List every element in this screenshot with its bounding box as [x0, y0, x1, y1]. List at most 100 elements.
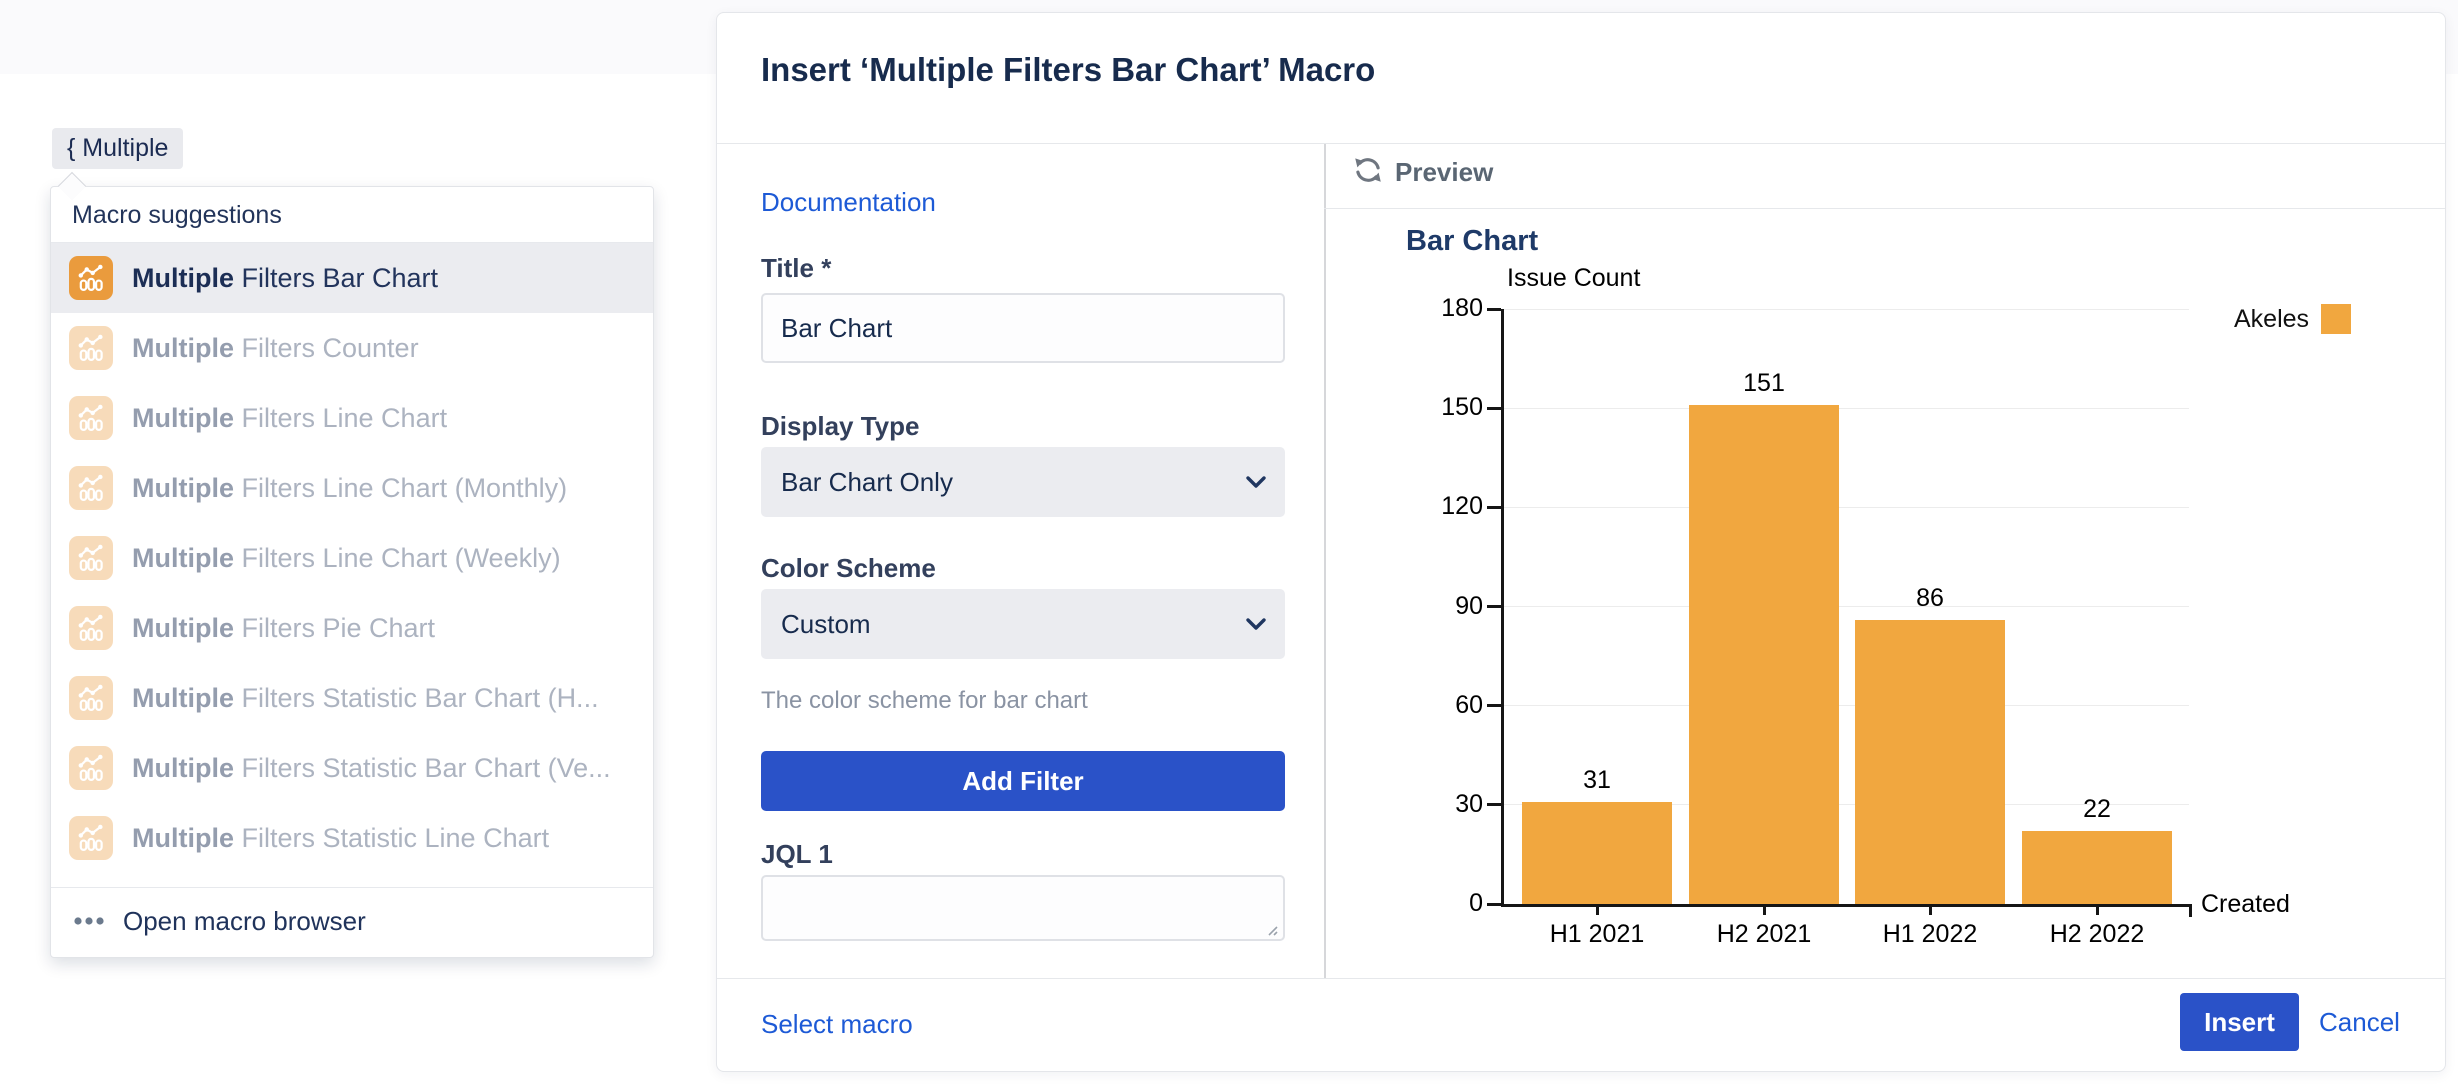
suggestion-item[interactable]: Multiple Filters Statistic Bar Chart (H.…: [51, 663, 653, 733]
insert-macro-dialog: Insert ‘Multiple Filters Bar Chart’ Macr…: [716, 12, 2446, 1072]
suggestion-list: Multiple Filters Bar Chart Multiple Filt…: [51, 243, 653, 873]
suggestions-header: Macro suggestions: [51, 187, 653, 243]
x-tick-mark: [1763, 904, 1766, 915]
chart-gridline: [1501, 705, 2189, 706]
color-scheme-value: Custom: [781, 609, 871, 640]
bar: [1689, 405, 1839, 904]
y-tick-label: 60: [1391, 691, 1483, 720]
x-axis-end-tick: [2189, 904, 2192, 917]
suggestion-item-label: Multiple Filters Line Chart: [132, 403, 447, 434]
bar: [2022, 831, 2172, 904]
y-tick-label: 180: [1391, 294, 1483, 323]
bar-value-label: 22: [2022, 795, 2172, 824]
bar-value-label: 151: [1689, 369, 1839, 398]
bar-value-label: 86: [1855, 584, 2005, 613]
y-tick-mark: [1487, 407, 1501, 410]
chart-gridline: [1501, 309, 2189, 310]
suggestion-item-label: Multiple Filters Pie Chart: [132, 613, 435, 644]
documentation-link[interactable]: Documentation: [761, 187, 936, 218]
y-axis: [1501, 309, 1504, 904]
chart-gridline: [1501, 606, 2189, 607]
color-scheme-help-text: The color scheme for bar chart: [761, 687, 1088, 715]
bar: [1522, 802, 1672, 904]
macro-suggestions-dropdown: Macro suggestions Multiple Filters Bar C…: [50, 186, 654, 958]
suggestion-item-label: Multiple Filters Statistic Bar Chart (H.…: [132, 683, 599, 714]
jql1-textarea[interactable]: [761, 875, 1285, 941]
y-tick-label: 90: [1391, 592, 1483, 621]
preview-header-label: Preview: [1395, 157, 1493, 188]
y-tick-mark: [1487, 308, 1501, 311]
divider: [717, 978, 2445, 979]
suggestion-item-label: Multiple Filters Statistic Line Chart: [132, 823, 549, 854]
y-tick-label: 120: [1391, 492, 1483, 521]
divider: [717, 143, 2445, 144]
chart-gridline: [1501, 408, 2189, 409]
bar-chart-macro-icon: [69, 746, 113, 790]
suggestion-item-label: Multiple Filters Counter: [132, 333, 419, 364]
open-macro-browser-label: Open macro browser: [123, 906, 366, 937]
y-tick-label: 150: [1391, 393, 1483, 422]
bar-value-label: 31: [1522, 766, 1672, 795]
display-type-label: Display Type: [761, 411, 919, 442]
bar-chart-macro-icon: [69, 536, 113, 580]
suggestion-item-label: Multiple Filters Statistic Bar Chart (Ve…: [132, 753, 611, 784]
divider: [1324, 144, 1326, 978]
title-input[interactable]: [761, 293, 1285, 363]
y-tick-label: 30: [1391, 790, 1483, 819]
select-macro-link[interactable]: Select macro: [761, 1009, 913, 1040]
y-axis-title: Issue Count: [1507, 264, 1640, 293]
x-tick-mark: [2096, 904, 2099, 915]
y-tick-mark: [1487, 903, 1501, 906]
refresh-icon[interactable]: [1351, 153, 1385, 192]
x-tick-mark: [1596, 904, 1599, 915]
y-tick-mark: [1487, 704, 1501, 707]
y-tick-mark: [1487, 605, 1501, 608]
title-field-label: Title *: [761, 253, 831, 284]
display-type-select[interactable]: Bar Chart Only: [761, 447, 1285, 517]
bar-chart-macro-icon: [69, 466, 113, 510]
display-type-value: Bar Chart Only: [781, 467, 953, 498]
bar-chart: Akeles 030609012015018031H1 2021151H2 20…: [1391, 254, 2403, 954]
bar: [1855, 620, 2005, 904]
suggestion-item[interactable]: Multiple Filters Bar Chart: [51, 243, 653, 313]
legend-swatch: [2321, 304, 2351, 334]
chevron-down-icon: [1245, 475, 1267, 494]
suggestion-item[interactable]: Multiple Filters Line Chart: [51, 383, 653, 453]
x-tick-label: H2 2021: [1689, 920, 1839, 949]
y-tick-mark: [1487, 506, 1501, 509]
bar-chart-macro-icon: [69, 816, 113, 860]
suggestion-item-label: Multiple Filters Line Chart (Monthly): [132, 473, 567, 504]
suggestion-item[interactable]: Multiple Filters Pie Chart: [51, 593, 653, 663]
cancel-link[interactable]: Cancel: [2319, 1007, 2400, 1038]
y-tick-label: 0: [1391, 889, 1483, 918]
ellipsis-icon: [72, 915, 106, 927]
chart-legend: Akeles: [2234, 304, 2351, 334]
color-scheme-select[interactable]: Custom: [761, 589, 1285, 659]
open-macro-browser[interactable]: Open macro browser: [51, 888, 653, 954]
macro-autocomplete-token[interactable]: { Multiple: [52, 128, 183, 169]
add-filter-button[interactable]: Add Filter: [761, 751, 1285, 811]
suggestion-item[interactable]: Multiple Filters Line Chart (Weekly): [51, 523, 653, 593]
suggestion-item[interactable]: Multiple Filters Statistic Line Chart: [51, 803, 653, 873]
x-tick-label: H1 2022: [1855, 920, 2005, 949]
chart-gridline: [1501, 507, 2189, 508]
color-scheme-label: Color Scheme: [761, 553, 936, 584]
x-tick-mark: [1929, 904, 1932, 915]
bar-chart-macro-icon: [69, 256, 113, 300]
x-tick-label: H2 2022: [2022, 920, 2172, 949]
legend-series-label: Akeles: [2234, 305, 2309, 334]
dialog-title: Insert ‘Multiple Filters Bar Chart’ Macr…: [761, 51, 1375, 89]
suggestion-item[interactable]: Multiple Filters Statistic Bar Chart (Ve…: [51, 733, 653, 803]
suggestion-item[interactable]: Multiple Filters Counter: [51, 313, 653, 383]
x-axis-title: Created: [2201, 890, 2290, 919]
suggestion-item-label: Multiple Filters Line Chart (Weekly): [132, 543, 561, 574]
insert-button[interactable]: Insert: [2180, 993, 2299, 1051]
suggestion-item[interactable]: Multiple Filters Line Chart (Monthly): [51, 453, 653, 523]
y-tick-mark: [1487, 803, 1501, 806]
suggestion-item-label: Multiple Filters Bar Chart: [132, 263, 438, 294]
bar-chart-macro-icon: [69, 396, 113, 440]
divider: [1324, 208, 2445, 209]
bar-chart-macro-icon: [69, 326, 113, 370]
x-axis: [1501, 904, 2192, 907]
bar-chart-macro-icon: [69, 676, 113, 720]
